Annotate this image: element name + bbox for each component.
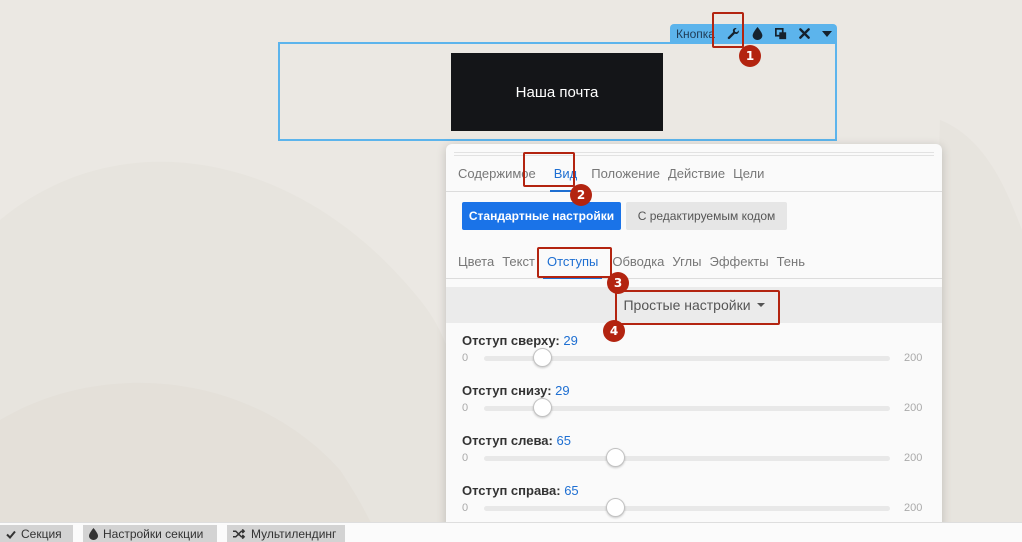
shuffle-icon <box>233 529 246 539</box>
caret-down-icon[interactable] <box>819 26 835 41</box>
section-settings-label: Настройки секции <box>103 527 204 541</box>
tab-goals[interactable]: Цели <box>729 166 768 191</box>
slider-min: 0 <box>462 402 469 414</box>
tab-text[interactable]: Текст <box>498 254 539 278</box>
highlight-box-view-tab <box>523 152 575 187</box>
close-icon[interactable] <box>796 26 812 41</box>
checkmark-icon <box>6 530 16 539</box>
slider-thumb[interactable] <box>533 348 552 367</box>
tab-effects[interactable]: Эффекты <box>705 254 772 278</box>
tab-corners[interactable]: Углы <box>668 254 705 278</box>
slider-max: 200 <box>904 402 923 414</box>
tab-action[interactable]: Действие <box>664 166 729 191</box>
section-button[interactable]: Секция <box>0 525 73 542</box>
slider-value: 65 <box>556 433 571 448</box>
settings-panel: Содержимое Вид Положение Действие Цели С… <box>446 144 942 532</box>
slider-min: 0 <box>462 452 469 464</box>
tab-position[interactable]: Положение <box>587 166 664 191</box>
highlight-box-wrench <box>712 12 744 48</box>
canvas-button-label: Наша почта <box>515 83 599 101</box>
slider-thumb[interactable] <box>606 448 625 467</box>
highlight-box-paddings-tab <box>537 247 612 278</box>
highlight-box-simple-settings <box>615 290 780 325</box>
slider-value: 29 <box>555 383 570 398</box>
slider-value: 65 <box>564 483 579 498</box>
slider-thumb[interactable] <box>606 498 625 517</box>
step-marker-1: 1 <box>739 45 761 67</box>
sub-tabs: Цвета Текст Отступы Обводка Углы Эффекты… <box>446 254 942 279</box>
slider-label: Отступ слева: 65 <box>462 433 571 448</box>
multilanding-label: Мультилендинг <box>251 527 337 541</box>
slider-max: 200 <box>904 352 923 364</box>
main-tabs: Содержимое Вид Положение Действие Цели <box>446 166 942 192</box>
tab-colors[interactable]: Цвета <box>454 254 498 278</box>
slider-track[interactable] <box>484 506 890 511</box>
copy-icon[interactable] <box>773 26 789 41</box>
tab-shadow[interactable]: Тень <box>773 254 809 278</box>
drop-icon <box>89 528 98 540</box>
slider-min: 0 <box>462 352 469 364</box>
code-settings-button[interactable]: С редактируемым кодом <box>626 202 787 230</box>
padding-top-slider: Отступ сверху: 29 0 200 <box>462 333 932 381</box>
standard-settings-button[interactable]: Стандартные настройки <box>462 202 621 230</box>
bottom-bar: Секция Настройки секции Мультилендинг <box>0 522 1022 542</box>
slider-track[interactable] <box>484 456 890 461</box>
step-marker-4: 4 <box>603 320 625 342</box>
slider-thumb[interactable] <box>533 398 552 417</box>
multilanding-button[interactable]: Мультилендинг <box>227 525 345 542</box>
section-settings-button[interactable]: Настройки секции <box>83 525 217 542</box>
slider-max: 200 <box>904 452 923 464</box>
slider-label: Отступ сверху: 29 <box>462 333 578 348</box>
slider-label: Отступ справа: 65 <box>462 483 579 498</box>
step-marker-2: 2 <box>570 184 592 206</box>
slider-max: 200 <box>904 502 923 514</box>
slider-label: Отступ снизу: 29 <box>462 383 570 398</box>
padding-bottom-slider: Отступ снизу: 29 0 200 <box>462 383 932 431</box>
section-label: Секция <box>21 527 62 541</box>
slider-value: 29 <box>563 333 578 348</box>
padding-left-slider: Отступ слева: 65 0 200 <box>462 433 932 481</box>
slider-min: 0 <box>462 502 469 514</box>
canvas-button[interactable]: Наша почта <box>451 53 663 131</box>
drop-icon[interactable] <box>749 26 765 41</box>
